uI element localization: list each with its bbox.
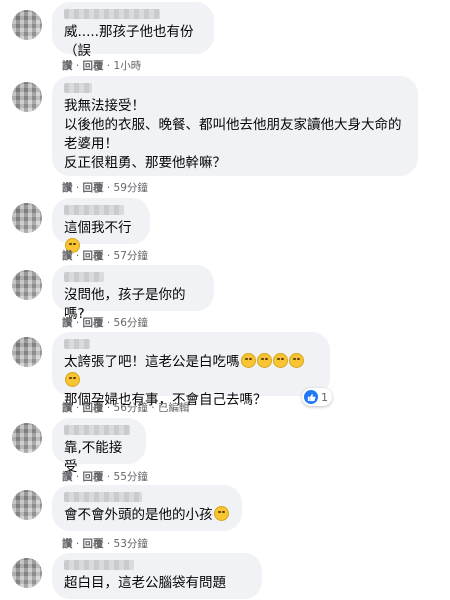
emoji-icon (213, 506, 229, 521)
reply-button[interactable]: 回覆 (83, 250, 104, 262)
like-button[interactable]: 讚 (62, 538, 73, 550)
reply-button[interactable]: 回覆 (83, 60, 104, 72)
like-button[interactable]: 讚 (62, 317, 73, 329)
reply-button[interactable]: 回覆 (83, 471, 104, 483)
comment-bubble: 我無法接受！ 以後他的衣服、晚餐、都叫他去他朋友家讀他大身大命的 老婆用！ 反正… (52, 76, 418, 176)
comment-actions: 讚 · 回覆 · 56分鐘 · 已編輯 (62, 402, 190, 414)
reaction-count[interactable]: 1 (302, 388, 332, 406)
avatar[interactable] (12, 203, 42, 233)
comment-actions: 讚 · 回覆 · 57分鐘 (62, 250, 148, 262)
avatar[interactable] (12, 82, 42, 112)
emoji-icon (65, 372, 80, 387)
comment-bubble: 這個我不行 (52, 198, 150, 253)
emoji-icon (288, 353, 304, 368)
comment-actions: 讚 · 回覆 · 59分鐘 (62, 182, 148, 194)
commenter-name[interactable] (64, 560, 134, 570)
comment-bubble: 靠,不能接受 (52, 418, 146, 475)
reaction-number: 1 (321, 390, 328, 404)
comment-actions: 讚 · 回覆 · 55分鐘 (62, 471, 148, 483)
commenter-name[interactable] (64, 272, 104, 282)
comment-actions: 讚 · 回覆 · 53分鐘 (62, 538, 148, 550)
reply-button[interactable]: 回覆 (83, 317, 104, 329)
edited-label: 已編輯 (157, 402, 190, 414)
comment-text: 威.....那孩子他也有份（誤 (64, 24, 194, 59)
avatar[interactable] (12, 270, 42, 300)
comment-bubble: 威.....那孩子他也有份（誤 (52, 2, 214, 59)
timestamp[interactable]: 56分鐘 (114, 402, 148, 414)
comment-bubble: 沒問他，孩子是你的嗎? (52, 265, 214, 322)
commenter-name[interactable] (64, 83, 92, 93)
reply-button[interactable]: 回覆 (83, 182, 104, 194)
avatar[interactable] (12, 558, 42, 588)
like-button[interactable]: 讚 (62, 402, 73, 414)
like-button[interactable]: 讚 (62, 182, 73, 194)
commenter-name[interactable] (64, 205, 124, 215)
timestamp[interactable]: 56分鐘 (114, 317, 148, 329)
commenter-name[interactable] (64, 425, 130, 435)
commenter-name[interactable] (64, 339, 90, 349)
comment-text: 會不會外頭的是他的小孩 (64, 506, 230, 525)
like-button[interactable]: 讚 (62, 60, 73, 72)
like-button[interactable]: 讚 (62, 471, 73, 483)
comment-text: 我無法接受！ 以後他的衣服、晚餐、都叫他去他朋友家讀他大身大命的 老婆用！ 反正… (64, 98, 402, 171)
comment-bubble: 會不會外頭的是他的小孩 (52, 485, 242, 531)
timestamp[interactable]: 57分鐘 (114, 250, 148, 262)
reply-button[interactable]: 回覆 (83, 538, 104, 550)
timestamp[interactable]: 1小時 (114, 60, 142, 72)
reply-button[interactable]: 回覆 (83, 402, 104, 414)
avatar[interactable] (12, 490, 42, 520)
thumbs-up-icon (304, 390, 318, 404)
commenter-name[interactable] (64, 492, 142, 502)
emoji-icon (256, 353, 272, 368)
avatar[interactable] (12, 423, 42, 453)
timestamp[interactable]: 59分鐘 (114, 182, 148, 194)
commenter-name[interactable] (64, 9, 160, 19)
timestamp[interactable]: 55分鐘 (114, 471, 148, 483)
emoji-icon (240, 353, 256, 368)
avatar[interactable] (12, 337, 42, 367)
timestamp[interactable]: 53分鐘 (114, 538, 148, 550)
comment-actions: 讚 · 回覆 · 56分鐘 (62, 317, 148, 329)
avatar[interactable] (12, 10, 42, 40)
comment-bubble: 超白目，這老公腦袋有問題 (52, 553, 262, 599)
comment-actions: 讚 · 回覆 · 1小時 (62, 60, 142, 72)
like-button[interactable]: 讚 (62, 250, 73, 262)
comment-text: 超白目，這老公腦袋有問題 (64, 575, 226, 591)
emoji-icon (272, 353, 288, 368)
comment-bubble: 太誇張了吧！這老公是白吃嗎 那個孕婦也有事，不會自己去嗎？ (52, 332, 330, 408)
